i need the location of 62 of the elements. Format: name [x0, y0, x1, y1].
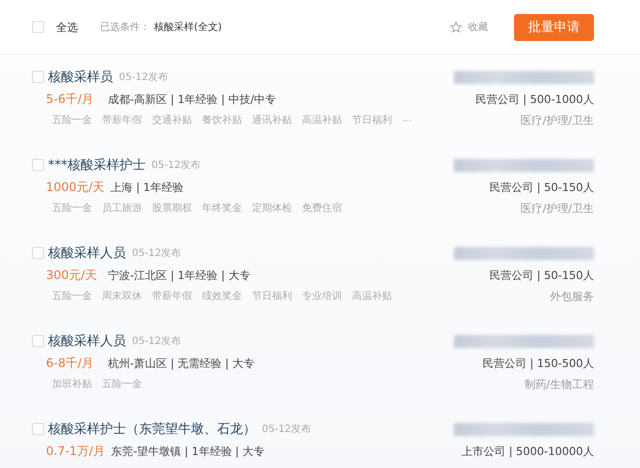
benefit-tag: 带薪年假: [152, 289, 192, 303]
salary: 5-6千/月: [46, 90, 95, 108]
checkbox[interactable]: [32, 335, 44, 347]
more-indicator: ...: [402, 113, 413, 126]
salary: 6-8千/月: [46, 354, 95, 372]
select-all-label[interactable]: 全选: [56, 20, 78, 34]
benefit-tag: 交通补贴: [152, 113, 192, 127]
checkbox[interactable]: [32, 423, 44, 435]
benefit-tag: 周末双休: [102, 289, 142, 303]
benefit-tag: 高温补贴: [302, 113, 342, 127]
job-details: 上海 | 1年经验: [110, 180, 184, 194]
salary: 0.7-1万/月: [46, 442, 106, 460]
job-title[interactable]: ***核酸采样护士: [48, 156, 146, 174]
salary: 300元/天: [46, 266, 98, 284]
job-details: 成都-高新区 | 1年经验 | 中技/中专: [108, 92, 276, 106]
company-info: 上市公司 | 5000-10000人: [461, 444, 594, 458]
benefit-tag: 餐饮补贴: [202, 113, 242, 127]
job-title[interactable]: 核酸采样护士（东莞望牛墩、石龙）: [48, 420, 256, 438]
benefit-tag: 年终奖金: [202, 201, 242, 215]
benefit-tag: 节日福利: [252, 289, 292, 303]
industry: 医疗/护理/卫生: [520, 112, 594, 128]
company-info: 民营公司 | 50-150人: [489, 180, 594, 194]
benefit-tag: 带薪年假: [102, 113, 142, 127]
job-title[interactable]: 核酸采样员: [48, 68, 113, 86]
benefit-tag: 免费住宿: [302, 201, 342, 215]
benefit-tag: 五险一金: [52, 289, 92, 303]
job-details: 东莞-望牛墩镇 | 1年经验 | 大专: [111, 444, 264, 458]
star-icon: [450, 21, 462, 33]
benefit-tag: 五险一金: [102, 377, 142, 391]
filter-value: 核酸采样(全文): [154, 20, 222, 34]
benefit-tag: 股票期权: [152, 201, 192, 215]
job-details: 宁波-江北区 | 1年经验 | 大专: [108, 268, 250, 282]
benefit-tag: 加班补贴: [52, 377, 92, 391]
industry: 制药/生物工程: [524, 376, 594, 392]
post-date: 05-12发布: [132, 335, 182, 348]
benefit-tag: 五险一金: [52, 113, 92, 127]
company-info: 民营公司 | 500-1000人: [475, 92, 594, 106]
checkbox[interactable]: [32, 247, 44, 259]
post-date: 05-12发布: [119, 71, 168, 84]
job-title[interactable]: 核酸采样人员: [48, 244, 126, 262]
checkbox[interactable]: [32, 71, 44, 83]
company-info: 民营公司 | 50-150人: [489, 268, 594, 282]
checkbox[interactable]: [32, 21, 44, 33]
checkbox[interactable]: [32, 159, 44, 171]
post-date: 05-12发布: [132, 247, 182, 260]
industry: 外包服务: [550, 288, 594, 304]
benefit-tag: 节日福利: [352, 113, 392, 127]
post-date: 05-12发布: [262, 423, 312, 436]
benefit-tag: 员工旅游: [102, 201, 142, 215]
benefit-tag: 绩效奖金: [202, 289, 242, 303]
industry: 医疗/护理/卫生: [520, 200, 594, 216]
post-date: 05-12发布: [152, 159, 201, 172]
benefit-tag: 五险一金: [52, 201, 92, 215]
salary: 1000元/天: [46, 178, 105, 196]
filter-label: 已选条件：: [100, 20, 150, 34]
benefit-tag: 高温补贴: [352, 289, 392, 303]
benefit-tag: 专业培训: [302, 289, 342, 303]
job-details: 杭州-萧山区 | 无需经验 | 大专: [108, 356, 254, 370]
job-title[interactable]: 核酸采样人员: [48, 332, 126, 350]
benefit-tag: 定期体检: [252, 201, 292, 215]
company-info: 民营公司 | 150-500人: [482, 356, 594, 370]
benefit-tag: 通讯补贴: [252, 113, 292, 127]
